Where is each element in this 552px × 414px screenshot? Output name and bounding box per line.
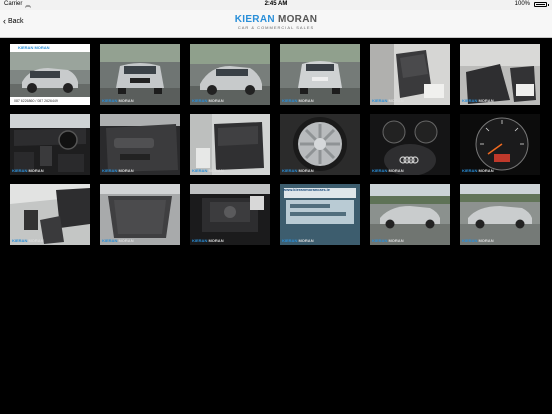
photo-thumbnail[interactable]: KIERAN MORAN — [100, 44, 180, 105]
watermark-moran: MORAN — [388, 168, 404, 173]
watermark-kieran: KIERAN — [462, 98, 478, 103]
photo-thumbnail[interactable]: KIERAN MORAN — [280, 44, 360, 105]
watermark-moran: MORAN — [118, 238, 134, 243]
watermark-kieran: KIERAN — [372, 238, 388, 243]
watermark-moran: MORAN — [298, 238, 314, 243]
battery-percent: 100% — [514, 1, 530, 7]
watermark-kieran: KIERAN — [372, 98, 388, 103]
photo-thumbnail[interactable]: KIERAN MORAN — [460, 44, 540, 105]
watermark-kieran: KIERAN — [192, 98, 208, 103]
photo-thumbnail[interactable]: KIERAN MORAN — [10, 114, 90, 175]
photo-thumbnail[interactable]: KIERAN MORAN — [10, 184, 90, 245]
dealer-phone: 087 6226860 / 087 2626449 — [10, 97, 90, 105]
watermark-kieran: KIERAN — [12, 238, 28, 243]
photo-gallery: KIERAN MORAN 087 6226860 / 087 2626449 K… — [10, 44, 540, 245]
photo-thumbnail[interactable]: KIERAN MORAN — [190, 114, 270, 175]
photo-thumbnail[interactable]: KIERAN MORAN — [370, 114, 450, 175]
photo-thumbnail[interactable]: KIERAN MORAN — [460, 114, 540, 175]
watermark-kieran: KIERAN — [102, 238, 118, 243]
watermark-moran: MORAN — [388, 98, 404, 103]
watermark-moran: MORAN — [388, 238, 404, 243]
watermark-kieran: KIERAN — [192, 168, 208, 173]
watermark-kieran: KIERAN — [102, 98, 118, 103]
watermark-kieran: KIERAN — [12, 168, 28, 173]
photo-thumbnail[interactable]: KIERAN MORAN — [280, 114, 360, 175]
photo-thumbnail[interactable]: KIERAN MORAN — [190, 44, 270, 105]
watermark-moran: MORAN — [28, 168, 44, 173]
watermark-moran: MORAN — [208, 168, 224, 173]
photo-thumbnail[interactable]: KIERAN MORAN — [460, 184, 540, 245]
logo-text-kieran: KIERAN — [234, 14, 275, 25]
logo-tagline: CAR & COMMERCIAL SALES — [237, 25, 315, 30]
watermark-moran: MORAN — [118, 98, 134, 103]
watermark-kieran: KIERAN — [282, 168, 298, 173]
watermark-kieran: KIERAN — [462, 238, 478, 243]
watermark-moran: MORAN — [478, 168, 494, 173]
navigation-bar: ‹ Back KIERAN MORAN CAR & COMMERCIAL SAL… — [0, 10, 552, 38]
watermark-moran: MORAN — [28, 238, 44, 243]
photo-thumbnail[interactable]: KIERAN MORAN — [190, 184, 270, 245]
photo-thumbnail[interactable]: KIERAN MORAN — [370, 184, 450, 245]
battery-icon — [534, 2, 549, 7]
photo-thumbnail[interactable]: KIERAN MORAN — [100, 114, 180, 175]
logo-text-moran: MORAN — [277, 14, 318, 25]
photo-thumbnail[interactable]: KIERAN MORAN — [370, 44, 450, 105]
watermark-moran: MORAN — [208, 238, 224, 243]
watermark-moran: MORAN — [298, 168, 314, 173]
watermark-kieran: KIERAN — [462, 168, 478, 173]
status-bar: Carrier ︽ 2:45 AM 100% — [0, 0, 552, 10]
watermark-kieran: KIERAN — [282, 238, 298, 243]
photo-thumbnail[interactable]: KIERAN MORAN 087 6226860 / 087 2626449 — [10, 44, 90, 105]
clock: 2:45 AM — [264, 1, 288, 7]
watermark-moran: MORAN — [298, 98, 314, 103]
website-banner: www.kieranmorancars.ie — [283, 187, 330, 192]
brand-logo: KIERAN MORAN CAR & COMMERCIAL SALES — [0, 14, 552, 30]
watermark-kieran: KIERAN — [282, 98, 298, 103]
photo-thumbnail[interactable]: KIERAN MORAN — [100, 184, 180, 245]
watermark-kieran: KIERAN — [102, 168, 118, 173]
watermark-moran: MORAN — [208, 98, 224, 103]
watermark-moran: MORAN — [478, 238, 494, 243]
watermark-moran: MORAN — [118, 168, 134, 173]
photo-thumbnail[interactable]: www.kieranmorancars.ie KIERAN MORAN — [280, 184, 360, 245]
watermark-moran: MORAN — [478, 98, 494, 103]
watermark-kieran: KIERAN — [372, 168, 388, 173]
watermark-kieran: KIERAN — [192, 238, 208, 243]
dealer-header: KIERAN MORAN — [10, 44, 90, 52]
